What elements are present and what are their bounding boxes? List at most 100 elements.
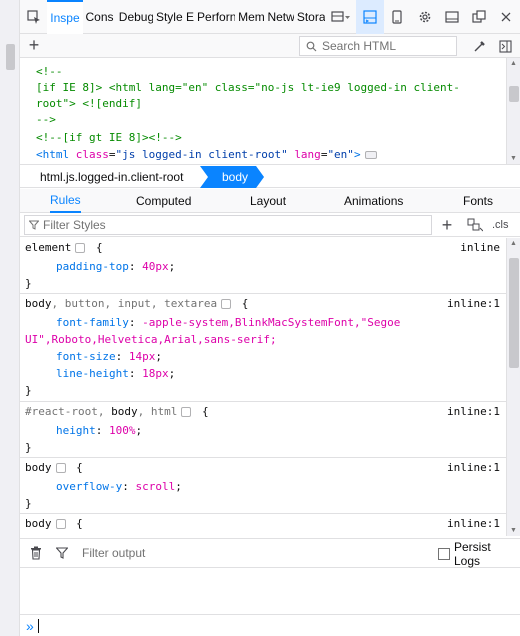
split-console-icon[interactable] (356, 0, 384, 34)
css-rule: body, button, input, textarea { inline:1… (20, 294, 506, 402)
dock-bottom-icon[interactable] (438, 0, 465, 34)
left-scroll-strip (0, 0, 20, 636)
css-property[interactable]: line-height (56, 367, 129, 380)
toggle-classes-button[interactable]: .cls (492, 213, 509, 237)
toggle-pseudo-class-icon[interactable] (464, 213, 486, 237)
rule-source[interactable]: inline:1 (447, 459, 500, 477)
tab-network[interactable]: Netw (264, 0, 293, 34)
pick-element-icon[interactable] (20, 0, 47, 34)
rule-close-brace: } (25, 441, 32, 454)
add-rule-icon[interactable]: + (438, 213, 456, 237)
css-declaration[interactable]: line-height: 18px; (56, 365, 175, 383)
css-property[interactable]: height (56, 424, 96, 437)
css-value[interactable]: 18px (142, 367, 169, 380)
tab-memory[interactable]: Mem (235, 0, 264, 34)
add-node-icon[interactable]: + (20, 34, 48, 58)
rule-source[interactable]: inline:1 (447, 295, 500, 313)
rules-scrollbar-thumb[interactable] (509, 258, 519, 368)
css-declaration[interactable]: overflow-y: scroll; (56, 478, 182, 496)
css-property[interactable]: padding-top (56, 260, 129, 273)
breadcrumb-item-body[interactable]: body (200, 166, 264, 188)
markup-line[interactable]: <!--[if gt IE 8]><!--> (36, 130, 182, 146)
rule-source[interactable]: inline:1 (447, 515, 500, 533)
rule-gear-icon[interactable] (181, 407, 192, 417)
css-declaration[interactable]: height: 100%; (56, 422, 142, 440)
settings-gear-icon[interactable] (411, 0, 438, 34)
tab-style-editor[interactable]: Style E (153, 0, 194, 34)
text-cursor (37, 618, 39, 633)
tab-rules[interactable]: Rules (50, 189, 81, 213)
rule-gear-icon[interactable] (221, 299, 232, 309)
scroll-down-icon[interactable]: ▼ (510, 155, 517, 162)
persist-logs-label: Persist Logs (454, 540, 491, 568)
markup-scrollbar-thumb[interactable] (509, 86, 519, 102)
separate-window-icon[interactable] (465, 0, 492, 34)
markup-line[interactable]: [if IE 8]> <html lang="en" class="no-js … (36, 80, 460, 96)
tab-layout[interactable]: Layout (250, 189, 286, 213)
more-tools-icon[interactable] (325, 0, 356, 34)
css-value[interactable]: scroll (135, 480, 175, 493)
css-value[interactable]: 14px (129, 350, 156, 363)
rule-source[interactable]: inline:1 (447, 403, 500, 421)
rule-selector[interactable]: body (25, 297, 52, 310)
markup-line[interactable]: root"> <![endif] (36, 96, 142, 112)
console-input[interactable]: » (20, 614, 520, 636)
css-value[interactable]: -apple-system,BlinkMacSystemFont,"Segoe (142, 316, 400, 329)
tag-open: <html (36, 148, 70, 161)
css-property[interactable]: font-size (56, 350, 116, 363)
scroll-up-icon[interactable]: ▲ (510, 60, 517, 67)
css-declaration[interactable]: font-size: 14px; (56, 348, 162, 366)
css-declaration[interactable]: padding-top: 40px; (56, 258, 175, 276)
rule-selector-pre[interactable]: #react-root, (25, 405, 111, 418)
css-declaration[interactable]: font-family: -apple-system,BlinkMacSyste… (56, 314, 400, 332)
persist-logs-checkbox[interactable] (438, 548, 450, 560)
filter-styles-input[interactable]: Filter Styles (24, 215, 432, 235)
css-property[interactable]: font-family (56, 316, 129, 329)
tab-inspector[interactable]: Inspe (47, 0, 83, 34)
tab-console[interactable]: Cons (83, 0, 116, 34)
responsive-mode-icon[interactable] (384, 0, 411, 34)
tab-fonts[interactable]: Fonts (463, 189, 493, 213)
rule-source[interactable]: inline (460, 239, 500, 257)
left-scrollbar-thumb[interactable] (6, 44, 15, 70)
breadcrumb: html.js.logged-in.client-root body (20, 166, 520, 188)
devtools-panel: Inspe Cons Debug Style E Perforn Mem Net… (20, 0, 520, 636)
search-html-input[interactable]: Search HTML (299, 36, 457, 56)
sidebar-tabs: Rules Computed Layout Animations Fonts (20, 189, 520, 213)
persist-logs-toggle[interactable]: Persist Logs (438, 539, 520, 569)
rule-selector[interactable]: body (25, 461, 52, 474)
markup-scrollbar[interactable]: ▲ ▼ (506, 58, 520, 164)
rule-selector-rest[interactable]: , html (138, 405, 178, 418)
html-node-line[interactable]: <html class="js logged-in client-root" l… (36, 147, 377, 163)
console-toolbar: Filter output Persist Logs (20, 538, 520, 568)
css-value[interactable]: 40px (142, 260, 169, 273)
pane-toggle-icon[interactable] (494, 34, 516, 58)
rule-selector-rest[interactable]: , button, input, textarea (52, 297, 218, 310)
css-rule: body { inline:1 (20, 514, 506, 536)
rule-gear-icon[interactable] (55, 519, 66, 529)
rule-selector[interactable]: element (25, 241, 71, 254)
eyedropper-icon[interactable] (468, 34, 490, 58)
tab-storage[interactable]: Stora (294, 0, 325, 34)
rules-scrollbar[interactable]: ▲ ▼ (506, 238, 520, 536)
css-value[interactable]: 100% (109, 424, 136, 437)
event-badge-icon[interactable] (364, 151, 377, 159)
rule-gear-icon[interactable] (55, 463, 66, 473)
tab-debugger[interactable]: Debug (116, 0, 153, 34)
close-icon[interactable] (493, 0, 520, 34)
filter-output-input[interactable]: Filter output (82, 546, 422, 560)
trash-icon[interactable] (20, 538, 52, 568)
markup-line[interactable]: --> (36, 112, 56, 128)
tab-computed[interactable]: Computed (136, 189, 191, 213)
tab-performance[interactable]: Perforn (194, 0, 235, 34)
rule-selector[interactable]: body (111, 405, 138, 418)
scroll-down-icon[interactable]: ▼ (510, 527, 517, 534)
rule-gear-icon[interactable] (75, 243, 86, 253)
breadcrumb-item-html[interactable]: html.js.logged-in.client-root (40, 166, 183, 188)
tab-animations[interactable]: Animations (344, 189, 403, 213)
css-property[interactable]: overflow-y (56, 480, 122, 493)
markup-line[interactable]: <!-- (36, 64, 63, 80)
scroll-up-icon[interactable]: ▲ (510, 240, 517, 247)
css-value-continued[interactable]: UI",Roboto,Helvetica,Arial,sans-serif; (25, 331, 277, 349)
rule-selector[interactable]: body (25, 517, 52, 530)
